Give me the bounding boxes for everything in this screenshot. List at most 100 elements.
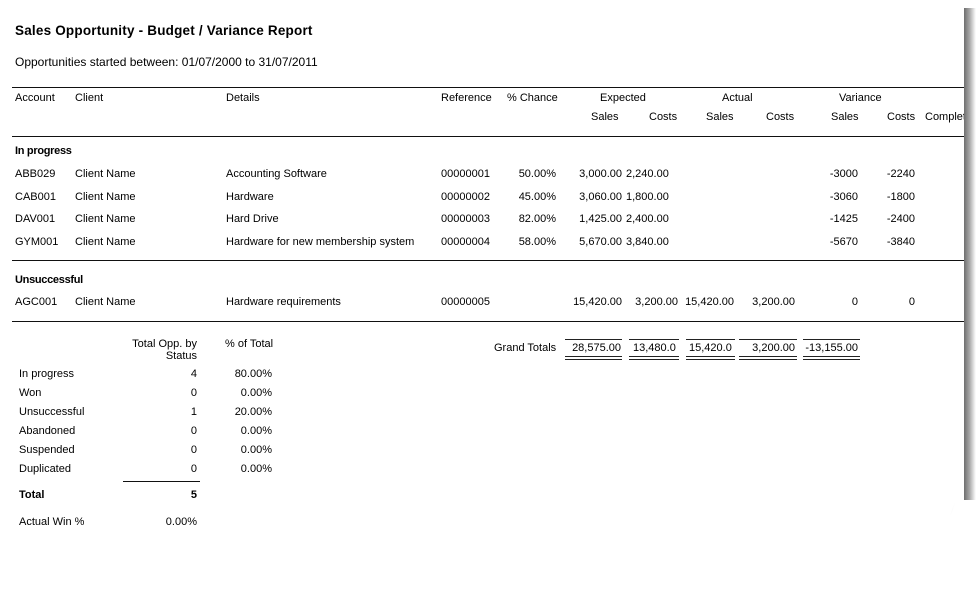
cell-account: DAV001 [15, 213, 56, 225]
col-header-actual-costs: Costs [766, 111, 795, 123]
grand-total-double-rule [686, 356, 735, 360]
cell-actual-costs: 3,200.00 [752, 296, 795, 308]
header-bottom-rule [12, 136, 964, 137]
summary-status: Won [19, 387, 42, 399]
col-header-expected-sales: Sales [591, 111, 619, 123]
cell-expected-costs: 2,240.00 [626, 168, 669, 180]
summary-count: 0 [190, 425, 197, 437]
cell-reference: 00000004 [441, 236, 490, 248]
cell-expected-sales: 3,000.00 [579, 168, 622, 180]
summary-count: 0 [190, 444, 197, 456]
grand-totals-label: Grand Totals [494, 342, 557, 354]
summary-count: 1 [190, 406, 197, 418]
cell-client: Client Name [75, 191, 136, 203]
cell-variance-sales: -1425 [829, 213, 858, 225]
grand-total-top-rule [686, 339, 735, 340]
summary-total-rule [123, 481, 200, 482]
col-header-reference: Reference [441, 92, 492, 104]
cell-client: Client Name [75, 236, 136, 248]
grand-total-double-rule [803, 356, 860, 360]
report-title: Sales Opportunity - Budget / Variance Re… [15, 23, 313, 38]
cell-account: CAB001 [15, 191, 56, 203]
col-header-chance: % Chance [507, 92, 558, 104]
cell-variance-costs: 0 [908, 296, 915, 308]
cell-expected-sales: 3,060.00 [579, 191, 622, 203]
cell-details: Hardware [226, 191, 274, 203]
summary-status: In progress [19, 368, 75, 380]
grand-total-double-rule [629, 356, 679, 360]
cell-account: AGC001 [15, 296, 58, 308]
cell-expected-sales: 15,420.00 [573, 296, 622, 308]
grand-total-top-rule [565, 339, 622, 340]
cell-client: Client Name [75, 168, 136, 180]
cell-details: Accounting Software [226, 168, 327, 180]
grand-total-double-rule [565, 356, 622, 360]
summary-pct: 0.00% [240, 425, 272, 437]
col-header-account: Account [15, 92, 55, 104]
col-header-expected-costs: Costs [649, 111, 678, 123]
col-header-actual: Actual [722, 92, 753, 104]
cell-client: Client Name [75, 213, 136, 225]
background-below-tear [0, 500, 978, 606]
col-header-variance-sales: Sales [831, 111, 859, 123]
grand-total-top-rule [803, 339, 860, 340]
cell-variance-costs: -2240 [886, 168, 915, 180]
cell-details: Hardware for new membership system [226, 236, 415, 248]
grand-total-variance-sales: -13,155.00 [805, 342, 858, 354]
cell-expected-sales: 1,425.00 [579, 213, 622, 225]
summary-status: Duplicated [19, 463, 71, 475]
header-top-rule [12, 87, 964, 88]
cell-chance: 50.00% [518, 168, 556, 180]
cell-expected-sales: 5,670.00 [579, 236, 622, 248]
grand-total-expected-sales: 28,575.00 [572, 342, 621, 354]
cell-variance-sales: 0 [851, 296, 858, 308]
cell-expected-costs: 2,400.00 [626, 213, 669, 225]
cell-variance-sales: -3060 [829, 191, 858, 203]
cell-variance-costs: -1800 [886, 191, 915, 203]
cell-variance-sales: -3000 [829, 168, 858, 180]
grand-total-actual-costs: 3,200.00 [752, 342, 795, 354]
details-end-rule [12, 321, 964, 322]
cell-details: Hard Drive [226, 213, 279, 225]
grand-total-top-rule [739, 339, 797, 340]
grand-total-actual-sales: 15,420.0 [689, 342, 732, 354]
cell-client: Client Name [75, 296, 136, 308]
grand-total-expected-costs: 13,480.0 [633, 342, 676, 354]
cell-chance: 58.00% [518, 236, 556, 248]
summary-col-count-header-line2: Status [165, 350, 197, 362]
col-header-variance: Variance [839, 92, 882, 104]
cell-expected-costs: 3,200.00 [635, 296, 678, 308]
grand-total-top-rule [629, 339, 679, 340]
cell-reference: 00000005 [441, 296, 490, 308]
cell-details: Hardware requirements [226, 296, 341, 308]
col-header-complete: Complet [925, 111, 964, 123]
cell-actual-sales: 15,420.00 [685, 296, 734, 308]
report-subtitle: Opportunities started between: 01/07/200… [15, 55, 318, 69]
report-page: Sales Opportunity - Budget / Variance Re… [0, 0, 964, 560]
summary-count: 4 [190, 368, 197, 380]
col-header-actual-sales: Sales [706, 111, 734, 123]
group-separator-rule [12, 260, 964, 261]
summary-pct: 20.00% [234, 406, 272, 418]
col-header-client: Client [75, 92, 104, 104]
summary-status: Abandoned [19, 425, 76, 437]
summary-status: Unsuccessful [19, 406, 85, 418]
cell-reference: 00000002 [441, 191, 490, 203]
cell-reference: 00000001 [441, 168, 490, 180]
summary-col-count-header-line1: Total Opp. by [132, 338, 197, 350]
col-header-details: Details [226, 92, 260, 104]
summary-count: 0 [190, 463, 197, 475]
cell-account: GYM001 [15, 236, 59, 248]
page-edge-shadow [964, 8, 976, 543]
cell-account: ABB029 [15, 168, 56, 180]
summary-col-pct-header: % of Total [225, 338, 274, 350]
cell-chance: 82.00% [518, 213, 556, 225]
summary-pct: 0.00% [240, 387, 272, 399]
summary-pct: 0.00% [240, 463, 272, 475]
torn-paper-edge [0, 500, 978, 606]
group-heading-unsuccessful: Unsuccessful [15, 274, 83, 286]
summary-col-count-header: Total Opp. by Status [110, 338, 197, 362]
summary-count: 0 [190, 387, 197, 399]
grand-total-double-rule [739, 356, 797, 360]
cell-reference: 00000003 [441, 213, 490, 225]
